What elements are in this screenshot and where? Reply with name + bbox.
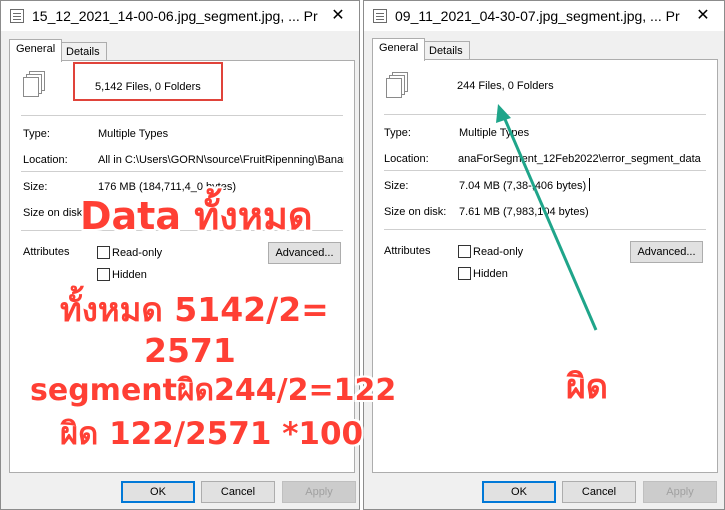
annotation-wrong: ผิด xyxy=(566,367,609,407)
separator xyxy=(384,229,706,230)
type-label: Type: xyxy=(384,127,411,139)
annotation-line4: ผิด 122/2571 *100 xyxy=(60,416,364,452)
size-on-disk-label: Size on disk: xyxy=(23,207,86,219)
size-value: 7.04 MB (7,38-,406 bytes) xyxy=(459,180,587,192)
size-on-disk-label: Size on disk: xyxy=(384,206,447,218)
document-icon xyxy=(373,9,387,23)
hidden-label: Hidden xyxy=(473,268,508,280)
size-label: Size: xyxy=(23,181,48,193)
location-label: Location: xyxy=(23,154,68,166)
highlight-box xyxy=(73,62,223,101)
tab-details[interactable]: Details xyxy=(59,42,107,62)
readonly-label: Read-only xyxy=(473,246,524,258)
properties-dialog-right: 09_11_2021_04-30-07.jpg_segment.jpg, ...… xyxy=(363,0,725,510)
readonly-label: Read-only xyxy=(112,247,163,259)
hidden-checkbox[interactable] xyxy=(97,268,110,281)
type-value: Multiple Types xyxy=(459,127,530,139)
type-value: Multiple Types xyxy=(98,128,169,140)
window-title: 09_11_2021_04-30-07.jpg_segment.jpg, ...… xyxy=(395,8,680,24)
size-on-disk-value: 7.61 MB (7,983,104 bytes) xyxy=(459,206,589,218)
tab-general[interactable]: General xyxy=(9,39,63,62)
separator xyxy=(21,171,343,172)
files-summary: 244 Files, 0 Folders xyxy=(457,80,554,92)
tab-details[interactable]: Details xyxy=(422,41,470,61)
size-value: 176 MB (184,711,4_0 bytes) xyxy=(98,181,236,193)
ok-button[interactable]: OK xyxy=(121,481,195,503)
size-label: Size: xyxy=(384,180,409,192)
general-panel xyxy=(372,59,718,473)
location-value: All in C:\Users\GORN\source\FruitRipenni… xyxy=(98,154,344,166)
cancel-button[interactable]: Cancel xyxy=(562,481,636,503)
readonly-checkbox[interactable] xyxy=(458,245,471,258)
location-label: Location: xyxy=(384,153,429,165)
apply-button[interactable]: Apply xyxy=(282,481,356,503)
annotation-line3: segmentผิด244/2=122 xyxy=(30,373,397,408)
tab-general[interactable]: General xyxy=(372,38,426,61)
type-label: Type: xyxy=(23,128,50,140)
attributes-label: Attributes xyxy=(384,245,431,257)
location-value: anaForSegment_12Feb2022\error_segment_da… xyxy=(458,153,701,165)
text-cursor xyxy=(589,178,590,191)
readonly-checkbox[interactable] xyxy=(97,246,110,259)
document-icon xyxy=(10,9,24,23)
advanced-button[interactable]: Advanced... xyxy=(268,242,341,264)
annotation-line2: 2571 xyxy=(144,331,236,370)
window-title: 15_12_2021_14-00-06.jpg_segment.jpg, ...… xyxy=(32,8,318,24)
close-button[interactable]: ✕ xyxy=(690,4,716,28)
general-panel xyxy=(9,60,355,473)
apply-button[interactable]: Apply xyxy=(643,481,717,503)
separator xyxy=(21,115,343,116)
annotation-line1: ทั้งหมด 5142/2= xyxy=(60,290,329,329)
separator xyxy=(384,170,706,171)
hidden-checkbox[interactable] xyxy=(458,267,471,280)
close-button[interactable]: ✕ xyxy=(325,4,351,28)
ok-button[interactable]: OK xyxy=(482,481,556,503)
cancel-button[interactable]: Cancel xyxy=(201,481,275,503)
hidden-label: Hidden xyxy=(112,269,147,281)
title-bar[interactable]: 15_12_2021_14-00-06.jpg_segment.jpg, ...… xyxy=(1,1,359,31)
annotation-data-all: Data ทั้งหมด xyxy=(80,194,313,238)
separator xyxy=(384,114,706,115)
title-bar[interactable]: 09_11_2021_04-30-07.jpg_segment.jpg, ...… xyxy=(364,1,724,31)
attributes-label: Attributes xyxy=(23,246,70,258)
advanced-button[interactable]: Advanced... xyxy=(630,241,703,263)
